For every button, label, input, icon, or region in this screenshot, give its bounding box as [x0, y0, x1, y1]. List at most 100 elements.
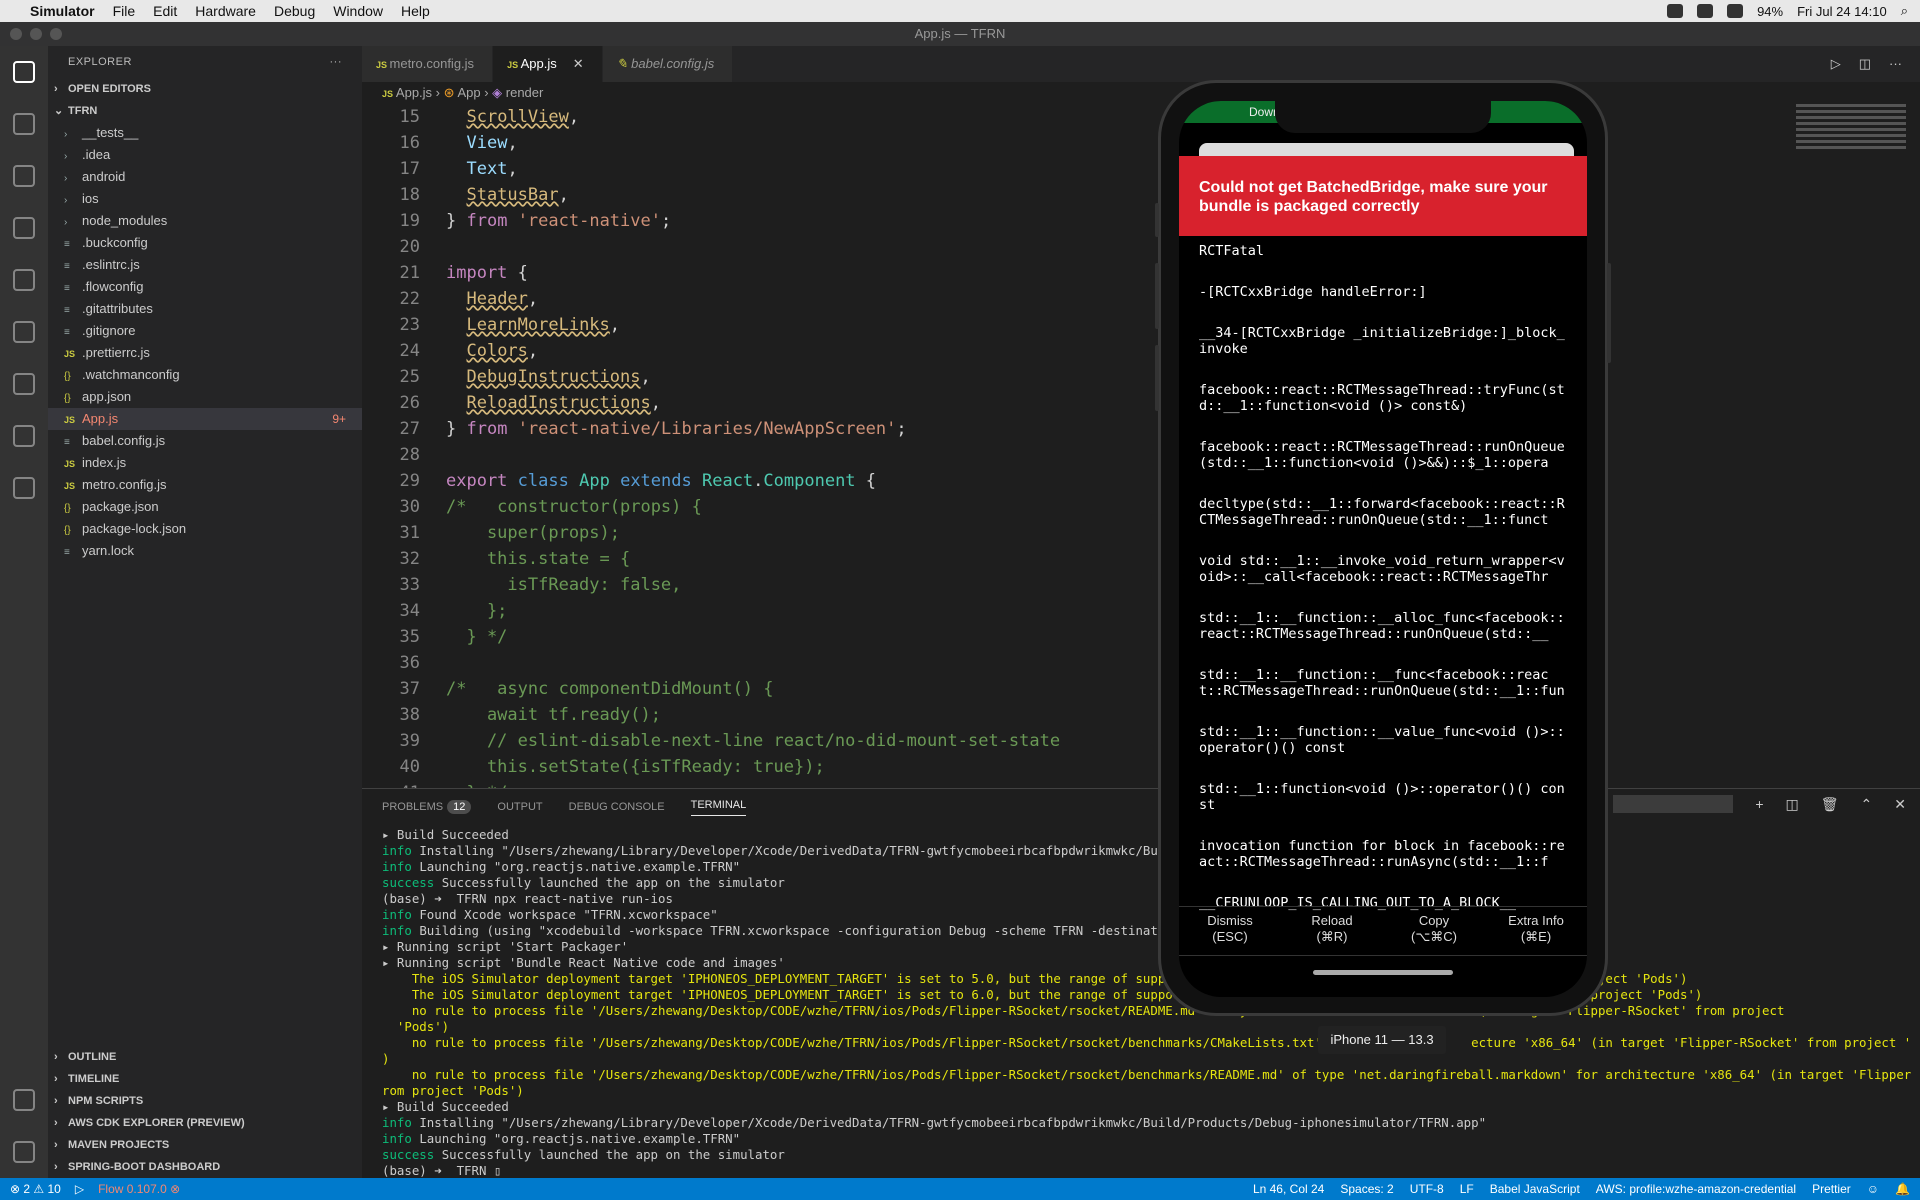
- chevron-up-icon[interactable]: ⌃: [1861, 796, 1873, 813]
- stack-frame[interactable]: facebook::react::RCTMessageThread::runOn…: [1199, 439, 1569, 471]
- menu-help[interactable]: Help: [401, 3, 430, 19]
- code-line[interactable]: 25 DebugInstructions,: [362, 364, 1920, 390]
- code-line[interactable]: 29 export class App extends React.Compone…: [362, 468, 1920, 494]
- home-indicator[interactable]: [1313, 970, 1453, 975]
- tab-debug-console[interactable]: DEBUG CONSOLE: [569, 801, 665, 813]
- stack-frame[interactable]: std::__1::__function::__alloc_func<faceb…: [1199, 610, 1569, 642]
- file-tree-item[interactable]: › ios: [48, 188, 362, 210]
- file-tree-item[interactable]: JS index.js: [48, 452, 362, 474]
- menu-debug[interactable]: Debug: [274, 3, 315, 19]
- run-debug-icon[interactable]: [0, 202, 48, 254]
- search-icon[interactable]: ⌕: [1901, 3, 1908, 19]
- stack-frame[interactable]: __34-[RCTCxxBridge _initializeBridge:]_b…: [1199, 325, 1569, 357]
- stack-frame[interactable]: void std::__1::__invoke_void_return_wrap…: [1199, 553, 1569, 585]
- code-line[interactable]: 22 Header,: [362, 286, 1920, 312]
- code-editor[interactable]: 15 ScrollView, 16 View, 17 Text, 18 StatusB…: [362, 104, 1920, 788]
- stack-frame[interactable]: invocation function for block in faceboo…: [1199, 838, 1569, 870]
- menu-window[interactable]: Window: [333, 3, 383, 19]
- split-editor-icon[interactable]: ◫: [1859, 56, 1871, 72]
- close-icon[interactable]: ✕: [573, 56, 584, 71]
- file-tree-item[interactable]: › .idea: [48, 144, 362, 166]
- wifi-icon[interactable]: [1727, 4, 1744, 18]
- stack-frame[interactable]: -[RCTCxxBridge handleError:]: [1199, 284, 1569, 300]
- code-line[interactable]: 24 Colors,: [362, 338, 1920, 364]
- code-line[interactable]: 19} from 'react-native';: [362, 208, 1920, 234]
- more-actions-icon[interactable]: ···: [1889, 56, 1902, 72]
- clock[interactable]: Fri Jul 24 14:10: [1797, 4, 1887, 19]
- code-line[interactable]: 20: [362, 234, 1920, 260]
- tab-metro-config[interactable]: JS metro.config.js: [362, 46, 494, 82]
- bell-icon[interactable]: 🔔: [1895, 1182, 1910, 1196]
- code-line[interactable]: 40 this.setState({isTfReady: true});: [362, 754, 1920, 780]
- stack-frame[interactable]: std::__1::__function::__func<facebook::r…: [1199, 667, 1569, 699]
- prettier-status[interactable]: Prettier: [1812, 1182, 1851, 1196]
- run-icon[interactable]: ▷: [75, 1182, 84, 1196]
- file-tree-item[interactable]: {} package.json: [48, 496, 362, 518]
- line-ending[interactable]: LF: [1460, 1182, 1474, 1196]
- menu-hardware[interactable]: Hardware: [195, 3, 256, 19]
- code-line[interactable]: 30 /* constructor(props) {: [362, 494, 1920, 520]
- code-line[interactable]: 35 } */: [362, 624, 1920, 650]
- stack-frame[interactable]: std::__1::function<void ()>::operator()(…: [1199, 781, 1569, 813]
- simulator-screen[interactable]: Downl 449)... Could not get BatchedBridg…: [1179, 101, 1587, 997]
- code-line[interactable]: 39 // eslint-disable-next-line react/no-…: [362, 728, 1920, 754]
- remote-icon[interactable]: [0, 358, 48, 410]
- language-mode[interactable]: Babel JavaScript: [1490, 1182, 1580, 1196]
- file-tree-item[interactable]: › android: [48, 166, 362, 188]
- code-line[interactable]: 37 /* async componentDidMount() {: [362, 676, 1920, 702]
- stack-frame[interactable]: std::__1::__function::__value_func<void …: [1199, 724, 1569, 756]
- file-tree-item[interactable]: {} .watchmanconfig: [48, 364, 362, 386]
- problems-status[interactable]: ⊗ 2 ⚠ 10: [10, 1182, 61, 1196]
- encoding[interactable]: UTF-8: [1410, 1182, 1444, 1196]
- tab-problems[interactable]: PROBLEMS 12: [382, 800, 472, 814]
- tab-babel-config[interactable]: ✎ babel.config.js: [602, 46, 734, 82]
- file-tree-item[interactable]: › node_modules: [48, 210, 362, 232]
- cursor-position[interactable]: Ln 46, Col 24: [1253, 1182, 1324, 1196]
- file-tree-item[interactable]: ≡ .gitignore: [48, 320, 362, 342]
- flow-status[interactable]: Flow 0.107.0 ⊗: [98, 1182, 180, 1196]
- terminal-output[interactable]: ▸ Build Succeeded info Installing "/Users…: [382, 827, 1912, 1177]
- indentation[interactable]: Spaces: 2: [1340, 1182, 1393, 1196]
- explorer-icon[interactable]: [0, 46, 48, 98]
- code-line[interactable]: 18 StatusBar,: [362, 182, 1920, 208]
- file-tree-item[interactable]: ≡ babel.config.js: [48, 430, 362, 452]
- code-line[interactable]: 17 Text,: [362, 156, 1920, 182]
- file-tree-item[interactable]: {} app.json: [48, 386, 362, 408]
- tab-output[interactable]: OUTPUT: [497, 801, 542, 813]
- sidebar-section[interactable]: › MAVEN PROJECTS: [48, 1134, 362, 1156]
- code-line[interactable]: 38 await tf.ready();: [362, 702, 1920, 728]
- tab-terminal[interactable]: TERMINAL: [690, 799, 747, 816]
- gitlens-icon[interactable]: [0, 410, 48, 462]
- battery-percent[interactable]: 94%: [1757, 4, 1783, 19]
- file-tree-item[interactable]: JS metro.config.js: [48, 474, 362, 496]
- stack-frame[interactable]: facebook::react::RCTMessageThread::tryFu…: [1199, 382, 1569, 414]
- minimap[interactable]: [1796, 104, 1906, 304]
- split-terminal-icon[interactable]: ◫: [1786, 796, 1799, 813]
- code-line[interactable]: 34 };: [362, 598, 1920, 624]
- code-line[interactable]: 23 LearnMoreLinks,: [362, 312, 1920, 338]
- menu-file[interactable]: File: [113, 3, 136, 19]
- extensions-icon[interactable]: [0, 254, 48, 306]
- aws-profile[interactable]: AWS: profile:wzhe-amazon-credential: [1596, 1182, 1796, 1196]
- wechat-icon[interactable]: [1667, 4, 1684, 18]
- docker-icon[interactable]: [1697, 4, 1714, 18]
- zoom-window-button[interactable]: [50, 28, 62, 40]
- code-line[interactable]: 16 View,: [362, 130, 1920, 156]
- copy-button[interactable]: Copy (⌥⌘C): [1383, 907, 1485, 955]
- terminal-select[interactable]: [1613, 795, 1734, 813]
- code-line[interactable]: 33 isTfReady: false,: [362, 572, 1920, 598]
- close-window-button[interactable]: [10, 28, 22, 40]
- breadcrumb-class[interactable]: App: [457, 85, 480, 100]
- stack-frame[interactable]: RCTFatal: [1199, 243, 1569, 259]
- file-tree-item[interactable]: ≡ .buckconfig: [48, 232, 362, 254]
- stack-trace[interactable]: RCTFatal -[RCTCxxBridge handleError:] __34…: [1199, 243, 1569, 936]
- code-line[interactable]: 31 super(props);: [362, 520, 1920, 546]
- sidebar-section[interactable]: › NPM SCRIPTS: [48, 1090, 362, 1112]
- aws-icon[interactable]: [0, 462, 48, 514]
- file-tree-item[interactable]: ≡ .flowconfig: [48, 276, 362, 298]
- sidebar-section[interactable]: › AWS CDK EXPLORER (PREVIEW): [48, 1112, 362, 1134]
- close-icon[interactable]: ✕: [1894, 796, 1906, 813]
- sidebar-section[interactable]: › SPRING-BOOT DASHBOARD: [48, 1156, 362, 1178]
- minimize-window-button[interactable]: [30, 28, 42, 40]
- code-line[interactable]: 36: [362, 650, 1920, 676]
